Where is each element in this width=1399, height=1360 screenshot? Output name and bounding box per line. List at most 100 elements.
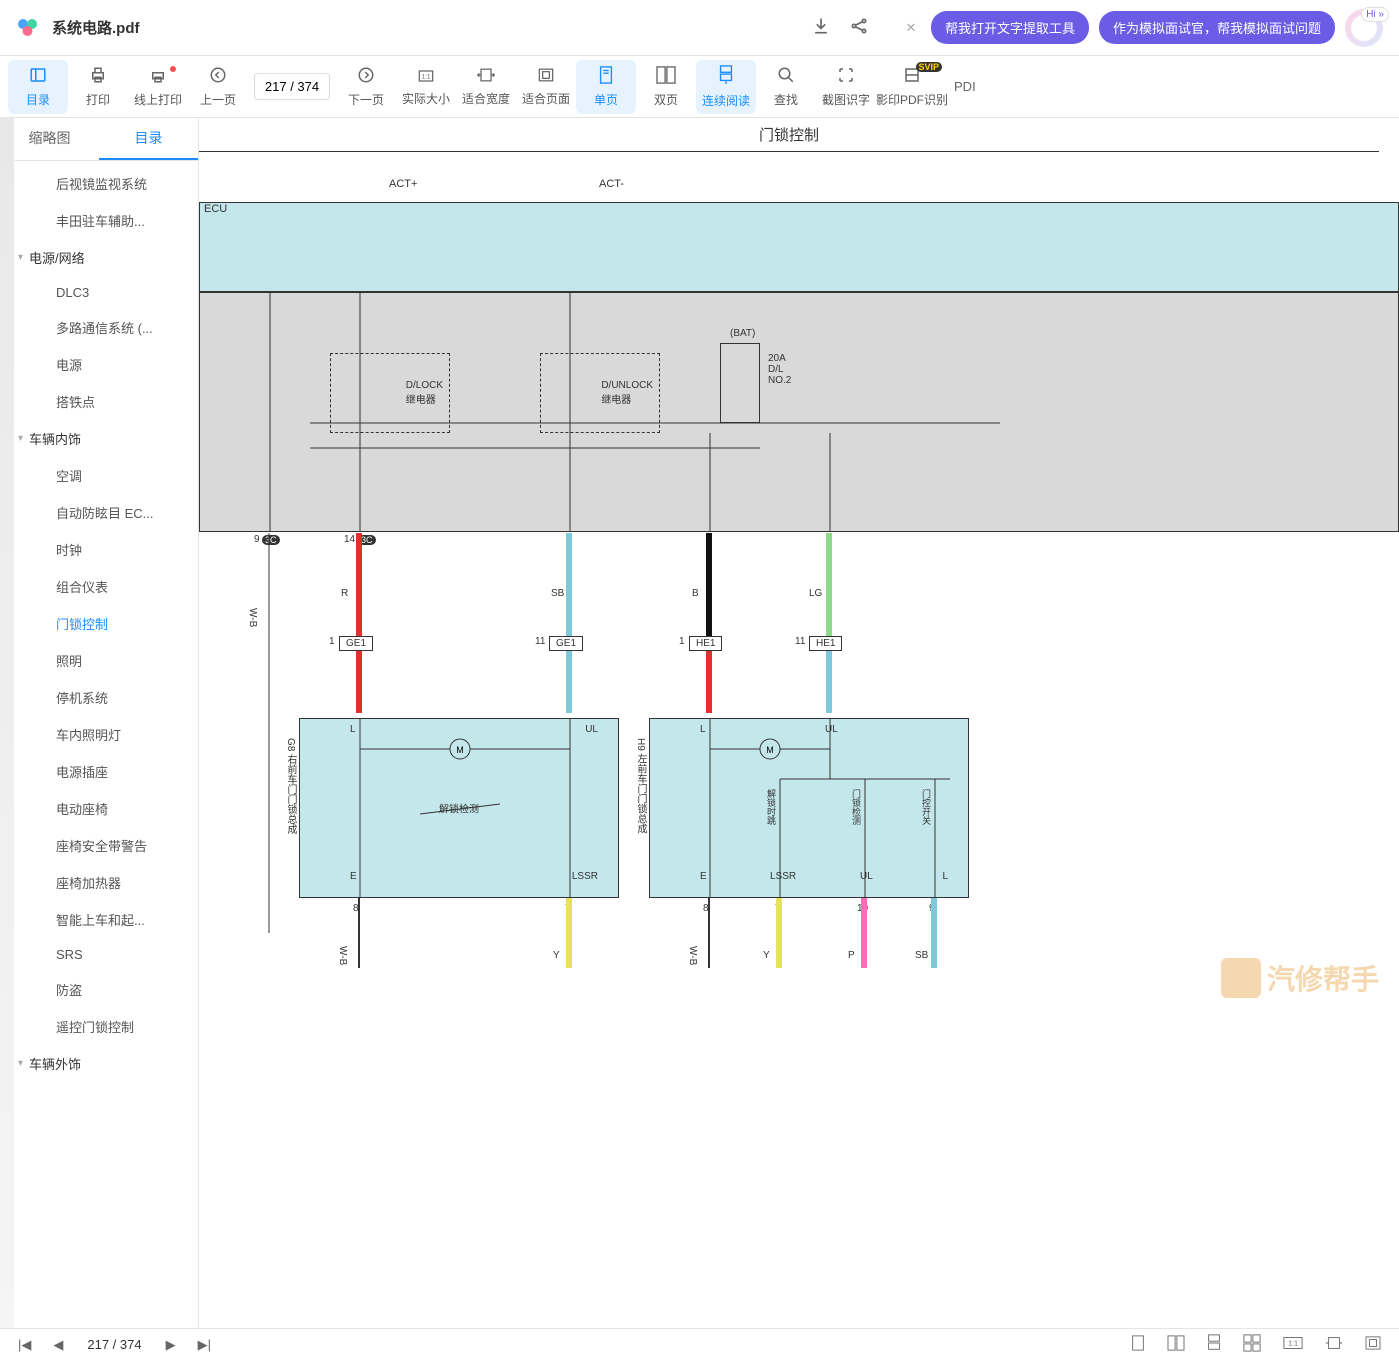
tab-thumbnails[interactable]: 缩略图: [0, 118, 99, 160]
tree-item[interactable]: 电源: [0, 346, 198, 383]
tool-print[interactable]: 打印: [68, 60, 128, 114]
ai-close-button[interactable]: ✕: [901, 18, 921, 38]
tree-item[interactable]: SRS: [0, 938, 198, 971]
tree-item[interactable]: 电动座椅: [0, 790, 198, 827]
left-door-assembly: L UL E LSSR UL L 解锁时跳 门锁检测 门控开关 M: [649, 718, 969, 898]
app-logo-icon: [16, 14, 40, 41]
wire-label: W-B: [687, 946, 698, 965]
assembly-label: G8 右前车门门锁总成: [283, 738, 298, 834]
tool-label: 目录: [26, 91, 50, 108]
first-page-button[interactable]: |◀: [10, 1335, 39, 1355]
ai-suggestion-2[interactable]: 作为模拟面试官，帮我模拟面试问题: [1099, 11, 1335, 44]
pin-label: 14: [344, 534, 355, 545]
tree-item[interactable]: 防盗: [0, 971, 198, 1008]
ai-suggestion-1[interactable]: 帮我打开文字提取工具: [931, 11, 1089, 44]
zoom-ratio-icon[interactable]: 1:1: [1275, 1332, 1311, 1357]
tool-double-page[interactable]: 双页: [636, 60, 696, 114]
pin-label: 11: [795, 636, 805, 647]
tree-item[interactable]: ▾电源/网络: [0, 239, 198, 276]
tree-item[interactable]: 丰田驻车辅助...: [0, 202, 198, 239]
tree-item[interactable]: DLC3: [0, 276, 198, 309]
pdf-viewer[interactable]: 门锁控制 ACT+ ACT- ECU D/LOCK 继电器 D/UNLOCK 继…: [199, 118, 1399, 1328]
tool-continuous[interactable]: 连续阅读: [696, 60, 756, 114]
tree-item-label: 座椅安全带警告: [56, 836, 147, 855]
pin-label: 9: [254, 534, 260, 545]
tree-item[interactable]: 搭铁点: [0, 383, 198, 420]
tool-ocr[interactable]: 截图识字: [816, 60, 876, 114]
tree-item[interactable]: 空调: [0, 457, 198, 494]
dunlock-relay: D/UNLOCK 继电器: [540, 353, 660, 433]
tree-item-label: 照明: [56, 651, 82, 670]
fit-page-bottom-icon[interactable]: [1357, 1332, 1389, 1357]
watermark: 汽修帮手: [1221, 958, 1379, 998]
ai-avatar-icon[interactable]: Hi »: [1345, 9, 1383, 47]
tree-item[interactable]: 时钟: [0, 531, 198, 568]
wire-label: Y: [763, 950, 770, 961]
tool-fit-page[interactable]: 适合页面: [516, 60, 576, 114]
download-icon[interactable]: [811, 16, 831, 39]
tool-label: 适合宽度: [462, 90, 510, 107]
view-single-icon[interactable]: [1123, 1331, 1153, 1358]
fit-width-bottom-icon[interactable]: [1317, 1332, 1351, 1357]
tree-item[interactable]: 座椅加热器: [0, 864, 198, 901]
tool-next-page[interactable]: 下一页: [336, 60, 396, 114]
tree-item[interactable]: 后视镜监视系统: [0, 165, 198, 202]
tree-item-label: 电源插座: [56, 762, 108, 781]
last-page-button[interactable]: ▶|: [190, 1335, 219, 1355]
view-double-icon[interactable]: [1159, 1331, 1193, 1358]
ecu-box: ECU: [199, 202, 1399, 292]
prev-page-button[interactable]: ◀: [45, 1335, 71, 1355]
tree-item[interactable]: 自动防眩目 EC...: [0, 494, 198, 531]
share-icon[interactable]: [849, 16, 869, 39]
tool-scan-pdf[interactable]: SVIP 影印PDF识别: [876, 60, 948, 114]
tool-prev-page[interactable]: 上一页: [188, 60, 248, 114]
connector-he1-2: HE1: [809, 636, 842, 651]
view-grid-icon[interactable]: [1235, 1330, 1269, 1359]
title-actions: [811, 16, 869, 39]
tree-item[interactable]: 组合仪表: [0, 568, 198, 605]
pin-label: 1: [679, 636, 685, 647]
toc-tree[interactable]: 后视镜监视系统丰田驻车辅助...▾电源/网络DLC3多路通信系统 (...电源搭…: [0, 161, 198, 1328]
tool-toc[interactable]: 目录: [8, 60, 68, 114]
tree-item[interactable]: 遥控门锁控制: [0, 1008, 198, 1045]
wire-label: R: [341, 588, 348, 599]
page-display: 217 / 374: [77, 1337, 151, 1352]
tree-item[interactable]: ▾车辆外饰: [0, 1045, 198, 1082]
tree-item-label: 丰田驻车辅助...: [56, 211, 145, 230]
fuse-box: [720, 343, 760, 423]
svg-text:M: M: [766, 745, 774, 755]
wire-label: SB: [915, 950, 928, 961]
tree-item[interactable]: 照明: [0, 642, 198, 679]
connector-he1: HE1: [689, 636, 722, 651]
pin-label: 7: [775, 903, 781, 914]
pin-label: 8: [703, 903, 709, 914]
tree-item-label: 车辆外饰: [29, 1054, 81, 1073]
tool-actual-size[interactable]: 1:1 实际大小: [396, 60, 456, 114]
tree-item[interactable]: 座椅安全带警告: [0, 827, 198, 864]
fit-width-icon: [476, 67, 496, 88]
tree-item[interactable]: ▾ 车辆内饰: [0, 420, 198, 457]
tree-item[interactable]: 车内照明灯: [0, 716, 198, 753]
page-input[interactable]: [254, 73, 330, 100]
tree-item-label: 车辆内饰: [29, 429, 81, 448]
tool-cloud-print[interactable]: 线上打印: [128, 60, 188, 114]
left-scroll-strip[interactable]: [0, 118, 14, 1328]
next-page-button[interactable]: ▶: [158, 1335, 184, 1355]
tree-item[interactable]: 多路通信系统 (...: [0, 309, 198, 346]
file-title: 系统电路.pdf: [52, 17, 799, 38]
single-page-icon: [598, 66, 614, 89]
tab-toc[interactable]: 目录: [99, 118, 198, 160]
tool-search[interactable]: 查找: [756, 60, 816, 114]
tree-item[interactable]: 门锁控制: [0, 605, 198, 642]
view-continuous-icon[interactable]: [1199, 1330, 1229, 1359]
tool-single-page[interactable]: 单页: [576, 60, 636, 114]
tree-item-label: 电源/网络: [29, 248, 85, 267]
tool-label: 影印PDF识别: [876, 91, 948, 108]
tree-item[interactable]: 停机系统: [0, 679, 198, 716]
tree-item[interactable]: 电源插座: [0, 753, 198, 790]
tree-item[interactable]: 智能上车和起...: [0, 901, 198, 938]
tool-fit-width[interactable]: 适合宽度: [456, 60, 516, 114]
caret-down-icon: ▾: [18, 433, 23, 444]
relay-area: D/LOCK 继电器 D/UNLOCK 继电器 (BAT) 20A D/L NO…: [199, 292, 1399, 532]
wire-label: LG: [809, 588, 822, 599]
